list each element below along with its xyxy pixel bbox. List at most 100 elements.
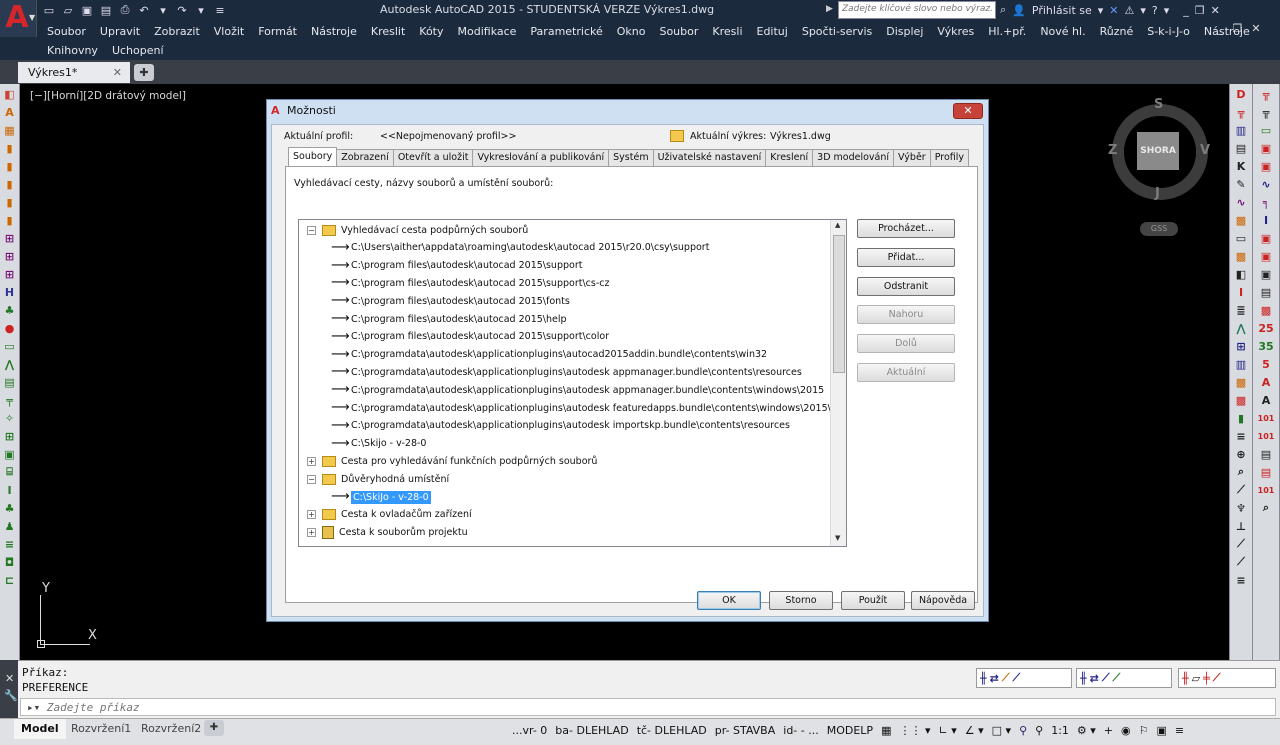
status-item[interactable]: ba- DLEHLAD	[555, 724, 628, 737]
lamp-icon[interactable]: ♆	[1233, 500, 1249, 516]
snap-icon[interactable]: ⟋	[1113, 671, 1121, 685]
open-icon[interactable]: ▱	[61, 4, 75, 17]
options-tab[interactable]: Uživatelské nastavení	[652, 149, 767, 166]
status-item[interactable]: id- - ...	[783, 724, 818, 737]
restore-icon[interactable]: ❐	[1195, 4, 1205, 17]
chevron-down-icon[interactable]: ▾	[194, 4, 208, 17]
options-tab[interactable]: Výběr	[893, 149, 931, 166]
text-a-icon[interactable]: A	[1258, 374, 1274, 390]
snap-icon[interactable]: ╫	[1080, 672, 1087, 685]
fill-icon[interactable]: ▮	[2, 212, 18, 228]
options-tab[interactable]: Kreslení	[765, 149, 814, 166]
tree-node[interactable]: ⟶ C:\Users\aither\appdata\roaming\autodes…	[331, 239, 709, 257]
grid-icon[interactable]: ⊞	[2, 248, 18, 264]
box-icon[interactable]: ▣	[1258, 266, 1274, 282]
undo-icon[interactable]: ↶	[137, 4, 151, 17]
copy-icon[interactable]: ▥	[1233, 122, 1249, 138]
options-tab[interactable]: Otevřít a uložit	[392, 149, 474, 166]
snap-icon[interactable]: ⇄	[990, 672, 999, 685]
tree-scrollbar[interactable]: ▲ ▼	[830, 220, 846, 546]
pen-icon[interactable]: ✎	[1233, 176, 1249, 192]
tree-node[interactable]: ⟶ C:\programdata\autodesk\applicationplug…	[331, 417, 790, 435]
collapse-icon[interactable]: −	[307, 474, 316, 484]
grid-icon[interactable]: ▦	[881, 724, 891, 737]
dim-icon[interactable]: ⊥	[1233, 518, 1249, 534]
layer-icon[interactable]: ◧	[2, 86, 18, 102]
isolate-icon[interactable]: ◉	[1121, 724, 1131, 737]
snap-icon[interactable]: ▱	[1192, 672, 1200, 685]
rect-icon[interactable]: ▭	[1258, 122, 1274, 138]
layout-tab-2[interactable]: Rozvržení2	[134, 719, 208, 739]
tree-node[interactable]: + Cesta pro vyhledávání funkčních podpůrn…	[307, 452, 597, 470]
expand-arrow-icon[interactable]: ▶	[826, 4, 833, 14]
kt-icon[interactable]: K	[1233, 158, 1249, 174]
apply-button[interactable]: Použít	[841, 591, 905, 610]
menu-item[interactable]: S-k-i-J-o	[1140, 25, 1197, 38]
align-icon[interactable]: ╦	[1258, 86, 1274, 102]
compass-north[interactable]: S	[1154, 97, 1163, 112]
copy-icon[interactable]: ◧	[1233, 266, 1249, 282]
align-icon[interactable]: ╦	[1233, 104, 1249, 120]
tree-node[interactable]: ⟶ C:\SkiJo - v-28-0	[331, 488, 431, 506]
table-icon[interactable]: ▤	[1258, 464, 1274, 480]
wave-icon[interactable]: ∿	[1258, 176, 1274, 192]
menu-item[interactable]: Zobrazit	[147, 25, 207, 38]
table-icon[interactable]: ▤	[1258, 446, 1274, 462]
book-icon[interactable]: ▮	[1233, 410, 1249, 426]
annotation-visibility-icon[interactable]: ⚲	[1019, 724, 1027, 737]
lines-icon[interactable]: ≡	[1233, 428, 1249, 444]
chevron-down-icon[interactable]: ▾	[1140, 4, 1146, 17]
minimize-icon[interactable]: _	[1218, 22, 1224, 35]
wrench-icon[interactable]: 🔧	[0, 685, 18, 702]
triangle-icon[interactable]: ⋀	[1233, 320, 1249, 336]
menu-item[interactable]: Uchopení	[105, 44, 171, 57]
tree-node[interactable]: − Důvěryhodná umístění	[307, 470, 449, 488]
new-tab-icon[interactable]: ✚	[134, 64, 154, 81]
star-icon[interactable]: ✧	[2, 410, 18, 426]
measure-icon[interactable]: ⋀	[2, 356, 18, 372]
tree-node[interactable]: ⟶ C:\program files\autodesk\autocad 2015\…	[331, 310, 567, 328]
save-icon[interactable]: ▣	[80, 4, 94, 17]
ok-button[interactable]: OK	[697, 591, 761, 610]
text-a-icon[interactable]: A	[1258, 392, 1274, 408]
hatch-icon[interactable]: ▩	[1258, 302, 1274, 318]
tree-node[interactable]: ⟶ C:\program files\autodesk\autocad 2015\…	[331, 292, 570, 310]
stop-icon[interactable]: ●	[2, 320, 18, 336]
side-button[interactable]: Dolů	[857, 334, 955, 354]
redo-icon[interactable]: ↷	[175, 4, 189, 17]
expand-icon[interactable]: +	[307, 456, 316, 466]
fill-icon[interactable]: ▮	[2, 194, 18, 210]
chevron-down-icon[interactable]: ▾	[156, 4, 170, 17]
plus-icon[interactable]: +	[1104, 724, 1113, 737]
rect-icon[interactable]: ▭	[1233, 230, 1249, 246]
options-tab[interactable]: Zobrazení	[336, 149, 394, 166]
target-icon[interactable]: ⊕	[1233, 446, 1249, 462]
command-input[interactable]: ▸▾ Zadejte příkaz	[20, 698, 1276, 716]
tree-node[interactable]: ⟶ C:\programdata\autodesk\applicationplug…	[331, 363, 802, 381]
minimize-icon[interactable]: _	[1183, 4, 1189, 17]
customize-icon[interactable]: ≡	[1175, 724, 1184, 737]
snap-mode-icon[interactable]: ⋮⋮ ▾	[899, 724, 930, 737]
binoculars-icon[interactable]: ⌕	[1000, 3, 1006, 17]
n25-icon[interactable]: 25	[1258, 320, 1274, 336]
new-icon[interactable]: ▭	[42, 4, 56, 17]
tree-node[interactable]: + Cesta k souborům projektu	[307, 524, 468, 542]
menu-item[interactable]: Modifikace	[451, 25, 524, 38]
search-icon[interactable]: ⌕	[1233, 464, 1249, 480]
lines-icon[interactable]: ≣	[1233, 302, 1249, 318]
wcs-menu[interactable]: GSS	[1140, 222, 1178, 236]
osnap-icon[interactable]: □ ▾	[992, 724, 1011, 737]
n35-icon[interactable]: 35	[1258, 338, 1274, 354]
tree-node[interactable]: ⟶ C:\programdata\autodesk\applicationplug…	[331, 346, 767, 364]
expand-icon[interactable]: +	[307, 510, 316, 520]
status-item[interactable]: ...vr- 0	[512, 724, 547, 737]
menu-item[interactable]: Parametrické	[523, 25, 609, 38]
menu-item[interactable]: Displej	[879, 25, 930, 38]
status-item[interactable]: pr- STAVBA	[715, 724, 776, 737]
snap-icon[interactable]: ╫	[1182, 672, 1189, 685]
help-button[interactable]: Nápověda	[911, 591, 975, 610]
tree-node[interactable]: ⟶ C:\programdata\autodesk\applicationplug…	[331, 381, 824, 399]
workspace-icon[interactable]: ⚙ ▾	[1077, 724, 1096, 737]
menu-item[interactable]: Formát	[251, 25, 304, 38]
compass-west[interactable]: Z	[1108, 143, 1117, 158]
